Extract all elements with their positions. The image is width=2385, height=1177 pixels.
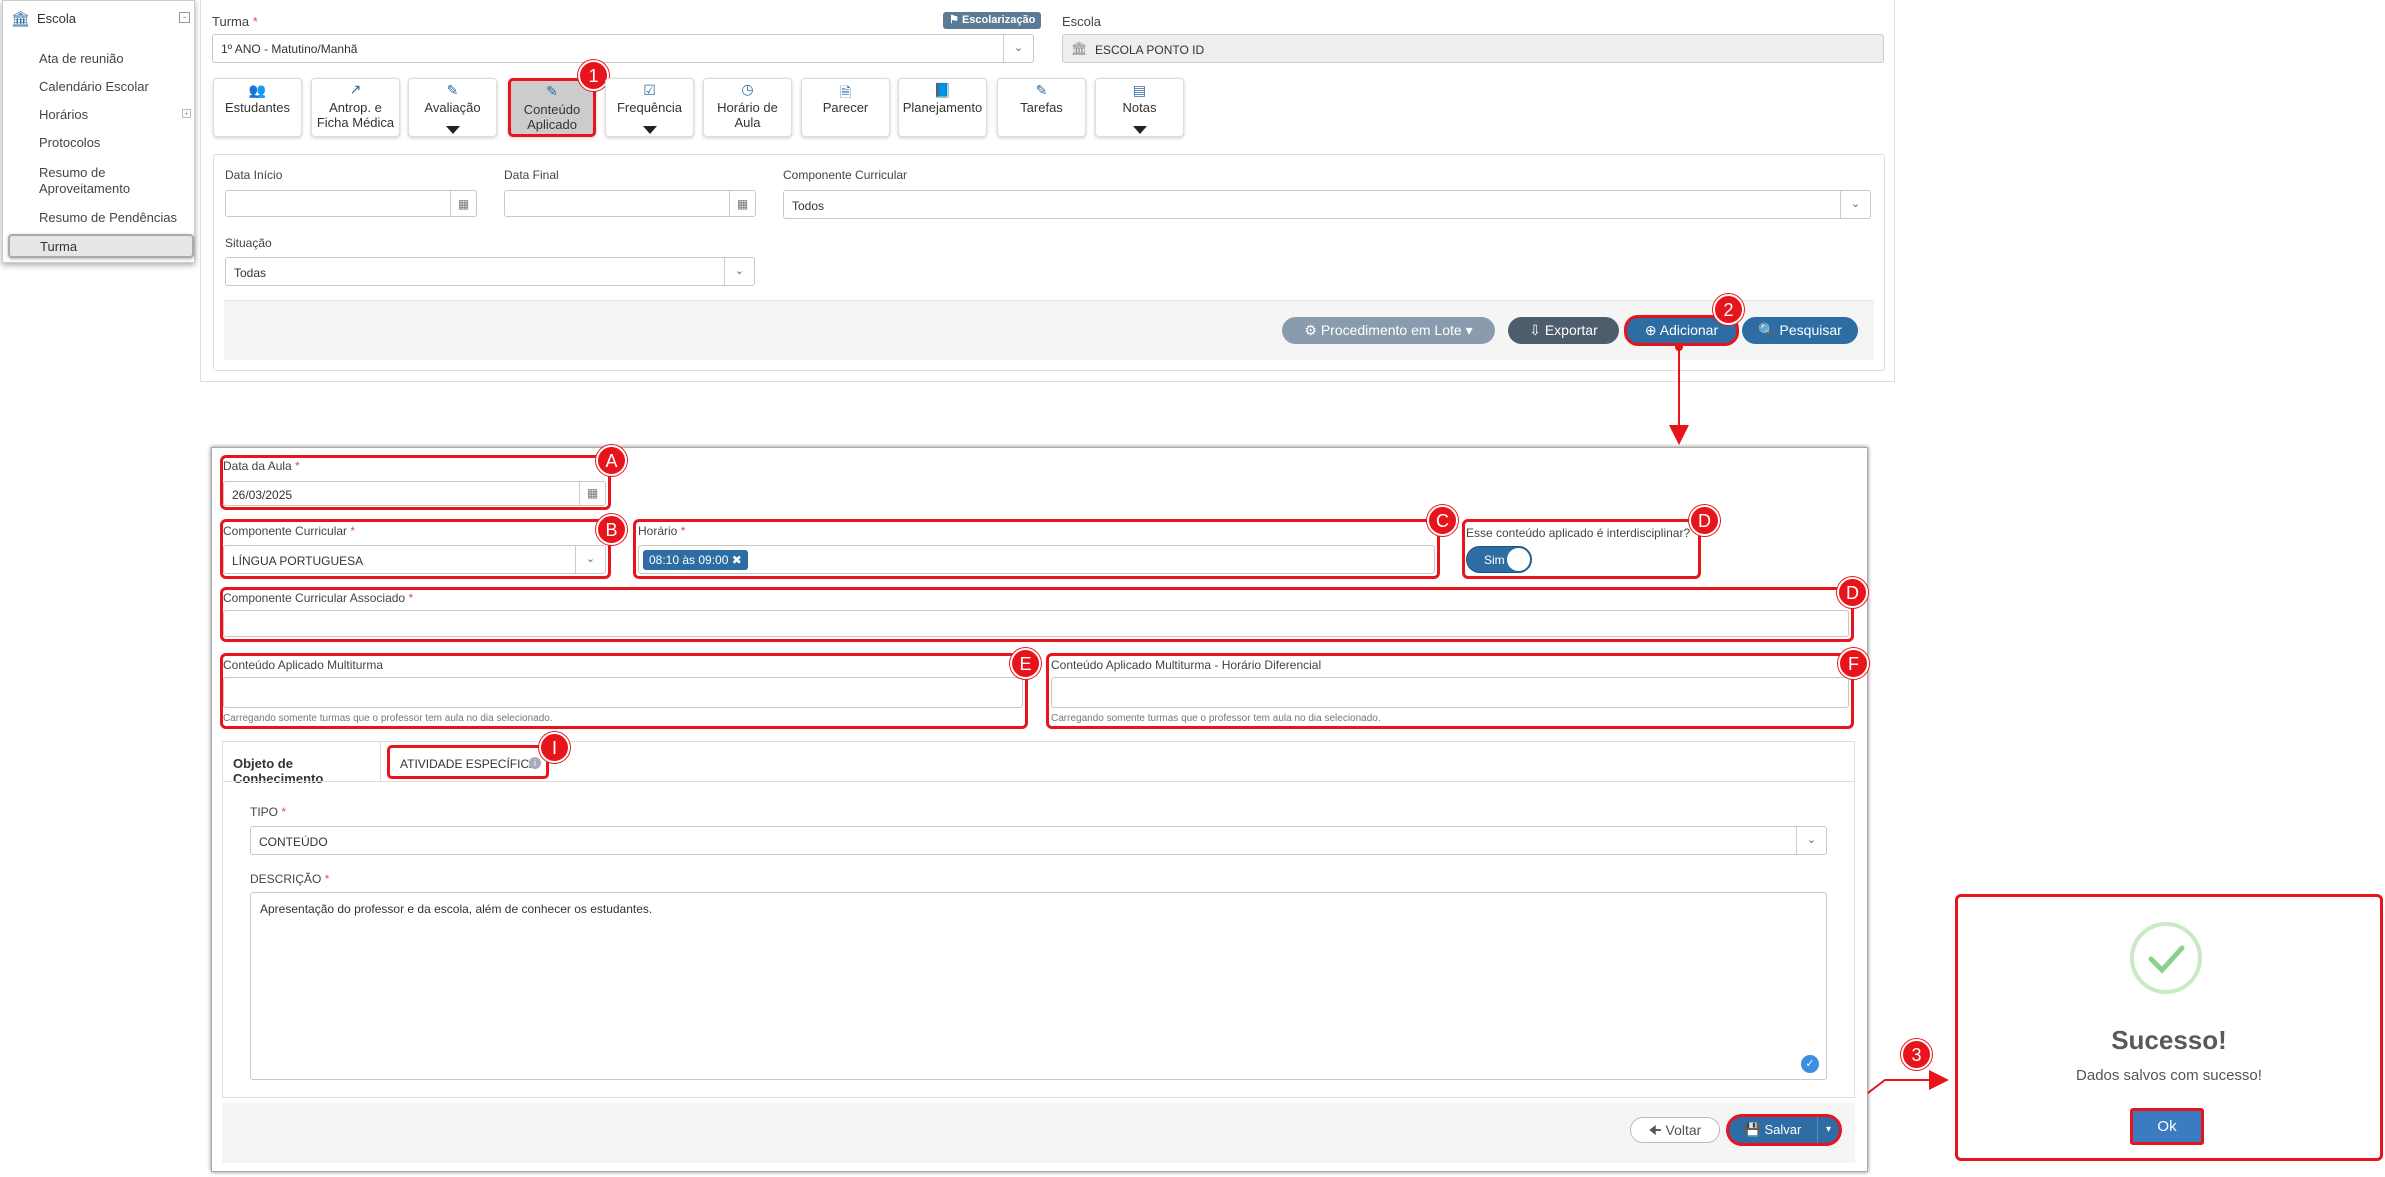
- tab-divider: [223, 781, 1854, 782]
- tab-label: ATIVIDADE ESPECÍFICA: [400, 757, 538, 771]
- interdisciplinar-label: Esse conteúdo aplicado é interdisciplina…: [1466, 526, 1691, 540]
- save-icon: 💾: [1744, 1122, 1761, 1137]
- data-aula-input[interactable]: 26/03/2025 ▦: [223, 481, 606, 506]
- annotation-badge-b: B: [596, 514, 627, 545]
- componente-curricular-label: Componente Curricular *: [223, 524, 356, 538]
- data-aula-label: Data da Aula *: [223, 459, 300, 473]
- tipo-label: TIPO *: [250, 805, 287, 819]
- chevron-down-icon: ⌄: [575, 546, 605, 573]
- multiturma-hd-label: Conteúdo Aplicado Multiturma - Horário D…: [1051, 658, 1322, 672]
- annotation-badge-3: 3: [1901, 1039, 1932, 1070]
- annotation-badge-e: E: [1010, 648, 1041, 679]
- multiturma-hint: Carregando somente turmas que o professo…: [223, 713, 553, 724]
- componente-curricular-label-text: Componente Curricular: [223, 524, 348, 538]
- componente-associado-label-text: Componente Curricular Associado: [223, 591, 406, 605]
- componente-associado-input[interactable]: [223, 610, 1849, 637]
- multiturma-input[interactable]: [223, 677, 1023, 708]
- horario-input[interactable]: 08:10 às 09:00 ✖: [638, 545, 1435, 574]
- chevron-down-icon: ⌄: [1796, 827, 1826, 854]
- annotation-badge-a: A: [596, 445, 627, 476]
- componente-curricular-select[interactable]: LÍNGUA PORTUGUESA ⌄: [223, 545, 606, 574]
- interdisciplinar-toggle[interactable]: Sim: [1466, 546, 1532, 573]
- annotation-badge-f: F: [1838, 648, 1869, 679]
- success-check-icon: [2130, 922, 2202, 994]
- tipo-select-value: CONTEÚDO: [259, 835, 328, 849]
- multiturma-label: Conteúdo Aplicado Multiturma: [223, 658, 384, 672]
- annotation-badge-d: D: [1689, 505, 1720, 536]
- tab-objeto-conhecimento[interactable]: Objeto de Conhecimento: [223, 742, 381, 786]
- horario-label-text: Horário: [638, 524, 678, 538]
- success-message: Dados salvos com sucesso!: [2076, 1067, 2262, 1084]
- success-title: Sucesso!: [2111, 1025, 2227, 1055]
- form-footer: [222, 1103, 1855, 1163]
- salvar-group: 💾 Salvar ▾: [1726, 1114, 1842, 1146]
- descricao-label: DESCRIÇÃO *: [250, 872, 330, 886]
- salvar-label: Salvar: [1764, 1122, 1802, 1137]
- voltar-label: Voltar: [1665, 1122, 1702, 1138]
- voltar-button[interactable]: 🠈 Voltar: [1630, 1117, 1720, 1143]
- data-aula-label-text: Data da Aula: [223, 459, 292, 473]
- remove-tag-icon[interactable]: ✖: [732, 553, 742, 567]
- data-aula-value: 26/03/2025: [232, 488, 293, 502]
- ok-button[interactable]: Ok: [2130, 1108, 2204, 1145]
- horario-label: Horário *: [638, 524, 686, 538]
- annotation-badge-i: I: [539, 732, 570, 763]
- horario-tag[interactable]: 08:10 às 09:00 ✖: [643, 550, 748, 570]
- horario-tag-label: 08:10 às 09:00: [649, 553, 729, 567]
- salvar-button[interactable]: 💾 Salvar: [1729, 1117, 1817, 1143]
- tipo-select[interactable]: CONTEÚDO ⌄: [250, 826, 1827, 855]
- calendar-icon[interactable]: ▦: [579, 482, 605, 505]
- descricao-label-text: DESCRIÇÃO: [250, 872, 322, 886]
- check-circle-icon: ✓: [1801, 1055, 1819, 1073]
- multiturma-hd-input[interactable]: [1051, 677, 1849, 708]
- descricao-value: Apresentação do professor e da escola, a…: [260, 902, 653, 916]
- toggle-knob: [1507, 548, 1530, 571]
- annotation-badge-c: C: [1427, 505, 1458, 536]
- multiturma-hd-hint: Carregando somente turmas que o professo…: [1051, 713, 1381, 724]
- componente-associado-label: Componente Curricular Associado *: [223, 591, 414, 605]
- salvar-dropdown-toggle[interactable]: ▾: [1817, 1117, 1839, 1143]
- ok-label: Ok: [2157, 1118, 2177, 1135]
- tipo-label-text: TIPO: [250, 805, 279, 819]
- descricao-textarea[interactable]: Apresentação do professor e da escola, a…: [250, 892, 1827, 1080]
- annotation-badge-d2: D: [1837, 577, 1868, 608]
- info-icon[interactable]: i: [529, 757, 541, 769]
- arrow-left-icon: 🠈: [1648, 1122, 1662, 1138]
- toggle-label: Sim: [1484, 553, 1505, 567]
- tab-atividade-especifica[interactable]: ATIVIDADE ESPECÍFICA i: [387, 745, 549, 779]
- componente-curricular-value: LÍNGUA PORTUGUESA: [232, 554, 364, 568]
